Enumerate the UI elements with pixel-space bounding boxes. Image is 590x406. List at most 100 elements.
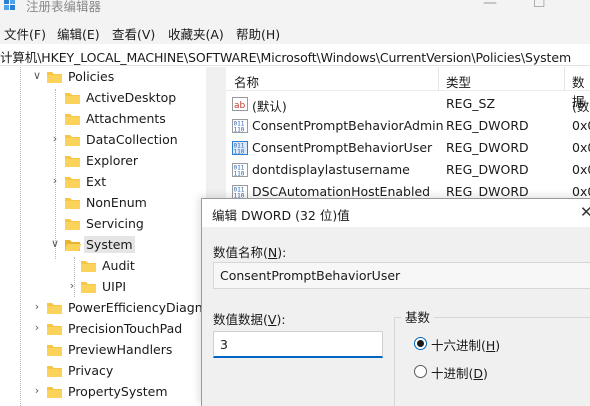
string-value-icon: ab xyxy=(232,97,248,111)
folder-icon xyxy=(80,259,97,273)
value-type: REG_DWORD xyxy=(446,162,529,177)
chevron-down-icon[interactable]: ∨ xyxy=(31,70,43,82)
value-data: 0x0 xyxy=(572,184,590,199)
tree-item-nonenum[interactable]: NonEnum xyxy=(0,193,206,214)
menu-edit[interactable]: 编辑(E) xyxy=(57,24,100,43)
chevron-right-icon[interactable]: › xyxy=(31,385,43,397)
radio-hexadecimal[interactable] xyxy=(414,337,427,350)
window-title: 注册表编辑器 xyxy=(26,0,102,14)
tree-item-label: Explorer xyxy=(86,153,139,168)
tree-item-label: Servicing xyxy=(86,216,144,231)
tree-item-policies[interactable]: ∨ Policies xyxy=(0,67,206,88)
value-row[interactable]: 011 110 ConsentPromptBehaviorAdmin REG_DW… xyxy=(226,115,590,137)
chevron-right-icon[interactable]: › xyxy=(49,133,61,145)
folder-icon xyxy=(64,154,81,168)
radio-decimal[interactable] xyxy=(414,365,427,378)
radio-decimal-label[interactable]: 十进制(D) xyxy=(431,363,488,382)
tree-item-label: Audit xyxy=(102,258,135,273)
menu-bar: 文件(F) 编辑(E) 查看(V) 收藏夹(A) 帮助(H) xyxy=(0,20,590,44)
value-name: ConsentPromptBehaviorUser xyxy=(252,140,433,155)
menu-file[interactable]: 文件(F) xyxy=(4,24,46,43)
chevron-right-icon[interactable]: › xyxy=(31,322,43,334)
column-header-name[interactable]: 名称 xyxy=(234,72,259,91)
minimize-button[interactable]: — xyxy=(483,0,497,11)
folder-icon xyxy=(46,70,63,84)
column-separator[interactable] xyxy=(564,67,565,91)
tree-item-explorer[interactable]: Explorer xyxy=(0,151,206,172)
value-name: dontdisplaylastusername xyxy=(252,162,410,177)
address-bar[interactable]: 计算机\HKEY_LOCAL_MACHINE\SOFTWARE\Microsof… xyxy=(0,44,590,66)
column-header-type[interactable]: 类型 xyxy=(446,72,471,91)
chevron-right-icon[interactable]: › xyxy=(49,175,61,187)
tree-item-activedesktop[interactable]: ActiveDesktop xyxy=(0,88,206,109)
value-data: 0x0 xyxy=(572,118,590,133)
base-group-label: 基数 xyxy=(401,307,435,326)
edit-dword-dialog: 编辑 DWORD (32 位)值 ✕ 数值名称(N): ConsentPromp… xyxy=(201,198,590,406)
tree-item-servicing[interactable]: Servicing xyxy=(0,214,206,235)
dialog-title-bar[interactable]: 编辑 DWORD (32 位)值 ✕ xyxy=(202,199,590,227)
tree-item-powerefficiency[interactable]: › PowerEfficiencyDiagnostics xyxy=(0,298,206,319)
menu-view[interactable]: 查看(V) xyxy=(112,24,155,43)
tree-item-previewhandlers[interactable]: PreviewHandlers xyxy=(0,340,206,361)
tree-item-label: System xyxy=(84,236,135,253)
folder-open-icon xyxy=(64,238,81,252)
folder-icon xyxy=(64,217,81,231)
value-name: (默认) xyxy=(252,99,287,114)
tree-item-datacollection[interactable]: › DataCollection xyxy=(0,130,206,151)
value-name-field[interactable]: ConsentPromptBehaviorUser xyxy=(213,262,590,289)
dialog-title: 编辑 DWORD (32 位)值 xyxy=(212,208,350,223)
folder-icon xyxy=(64,133,81,147)
svg-text:110: 110 xyxy=(234,171,245,178)
folder-icon xyxy=(46,343,63,357)
menu-favorites[interactable]: 收藏夹(A) xyxy=(168,24,224,43)
chevron-right-icon[interactable]: › xyxy=(31,301,43,313)
tree-item-label: Privacy xyxy=(68,363,114,378)
value-row[interactable]: 011 110 ConsentPromptBehaviorUser REG_DWO… xyxy=(226,137,590,159)
svg-text:110: 110 xyxy=(234,127,245,134)
tree-item-privacy[interactable]: Privacy xyxy=(0,361,206,382)
value-name: ConsentPromptBehaviorAdmin xyxy=(252,118,444,133)
value-type: REG_DWORD xyxy=(446,140,529,155)
tree-item-label: Ext xyxy=(86,174,107,189)
registry-tree[interactable]: ∨ Policies ActiveDesktop Attachments › D… xyxy=(0,67,206,406)
chevron-down-icon[interactable]: ∨ xyxy=(49,238,61,250)
tree-item-label: DataCollection xyxy=(86,132,178,147)
folder-icon xyxy=(46,385,63,399)
tree-item-propertysystem[interactable]: › PropertySystem xyxy=(0,382,206,403)
binary-value-icon: 011110 xyxy=(232,185,248,199)
value-data-input[interactable] xyxy=(213,331,383,358)
binary-value-icon: 011110 xyxy=(232,119,248,133)
tree-item-label: PrecisionTouchPad xyxy=(68,321,183,336)
value-data: 0x0 xyxy=(572,140,590,155)
tree-item-precisiontouchpad[interactable]: › PrecisionTouchPad xyxy=(0,319,206,340)
tree-item-attachments[interactable]: Attachments xyxy=(0,109,206,130)
chevron-right-icon[interactable]: › xyxy=(66,280,78,292)
value-data: (数值未设置) xyxy=(572,99,590,114)
tree-item-label: Attachments xyxy=(86,111,166,126)
folder-icon xyxy=(64,196,81,210)
dialog-close-button[interactable]: ✕ xyxy=(580,203,590,221)
folder-icon xyxy=(46,301,63,315)
value-data: 0x0 xyxy=(572,162,590,177)
folder-icon xyxy=(64,112,81,126)
value-row[interactable]: ab (默认) REG_SZ (数值未设置) xyxy=(226,93,590,115)
binary-value-icon: 011110 xyxy=(232,141,248,155)
tree-item-label: UIPI xyxy=(102,279,127,294)
tree-item-label: Policies xyxy=(68,69,115,84)
tree-item-system[interactable]: ∨ System xyxy=(0,235,206,256)
maximize-button[interactable]: ☐ xyxy=(533,0,546,11)
value-name-label: 数值名称(N): xyxy=(213,245,287,260)
tree-item-label: ActiveDesktop xyxy=(86,90,177,105)
column-separator[interactable] xyxy=(438,67,439,91)
title-bar: 注册表编辑器 — ☐ xyxy=(0,0,590,20)
tree-item-label: PreviewHandlers xyxy=(68,342,173,357)
value-row[interactable]: 011 110 dontdisplaylastusername REG_DWORD… xyxy=(226,159,590,181)
radio-hexadecimal-label[interactable]: 十六进制(H) xyxy=(431,335,500,354)
tree-item-audit[interactable]: Audit xyxy=(0,256,206,277)
tree-item-ext[interactable]: › Ext xyxy=(0,172,206,193)
address-path[interactable]: 计算机\HKEY_LOCAL_MACHINE\SOFTWARE\Microsof… xyxy=(0,47,571,66)
menu-help[interactable]: 帮助(H) xyxy=(236,24,280,43)
tree-item-label: PropertySystem xyxy=(68,384,168,399)
base-group xyxy=(394,317,590,406)
tree-item-uipi[interactable]: › UIPI xyxy=(0,277,206,298)
